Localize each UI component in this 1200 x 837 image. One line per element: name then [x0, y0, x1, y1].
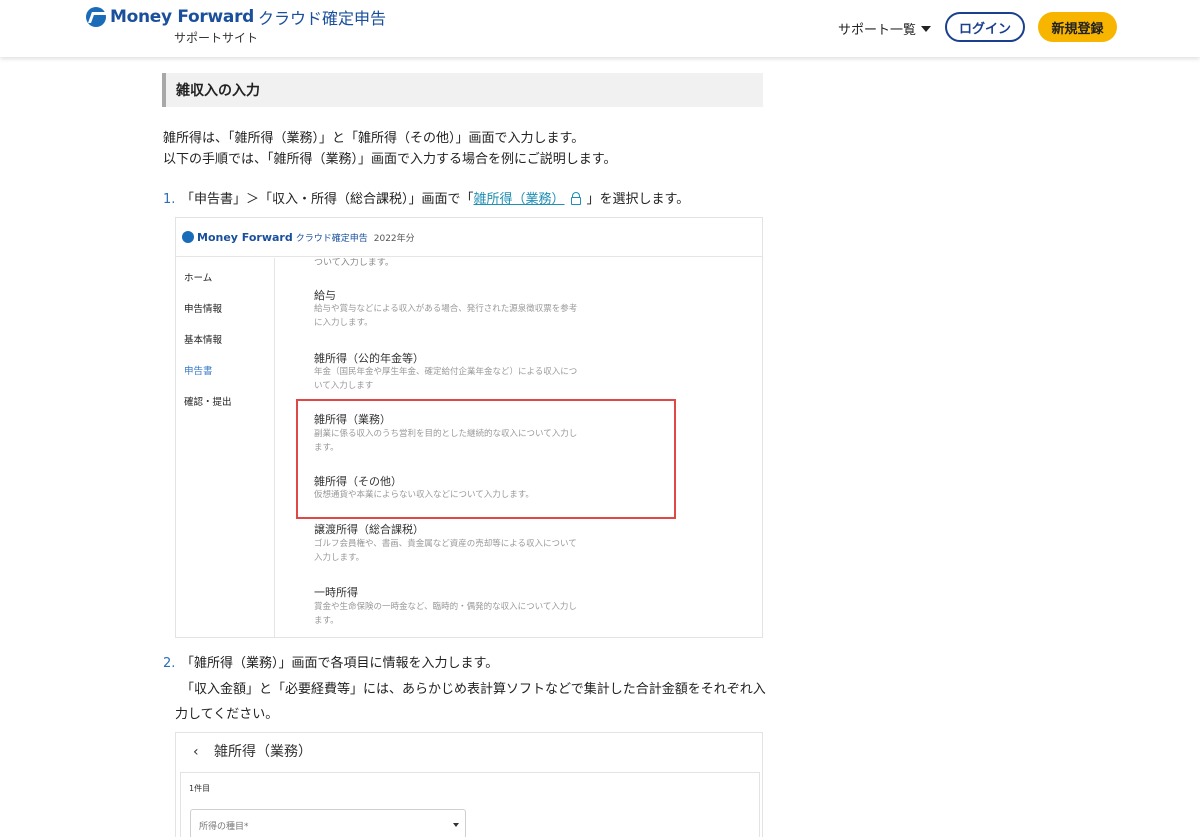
entry-desc-line: ます。: [314, 616, 339, 626]
support-site-subtitle: サポートサイト: [174, 31, 259, 45]
support-menu-dropdown[interactable]: サポート一覧: [838, 19, 932, 38]
entry-desc-line: 給与や賞与などによる収入がある場合、発行された源泉徴収票を参考: [314, 304, 578, 314]
sidebar-item-basic-info: 基本情報: [184, 335, 223, 346]
truncated-text: ついて入力します。: [314, 258, 394, 268]
entry-desc-temporary: 賞金や生命保険の一時金など、臨時的・偶発的な収入について入力し ます。: [314, 600, 619, 628]
income-type-select: 所得の種目*: [190, 809, 466, 837]
logo-brand-text: Money Forward: [110, 7, 255, 27]
login-button[interactable]: ログイン: [945, 12, 1025, 42]
screenshot-product: クラウド確定申告: [295, 233, 368, 244]
entry-desc-line: 入力します。: [314, 553, 365, 563]
sidebar-item-filing-info: 申告情報: [184, 304, 223, 315]
entry-desc-line: 賞金や生命保険の一時金など、臨時的・偶発的な収入について入力し: [314, 602, 577, 612]
entry-title-transfer: 譲渡所得（総合課税）: [314, 523, 424, 536]
select-placeholder: 所得の種目*: [199, 822, 249, 832]
step-1-text-before: 「申告書」＞「収入・所得（総合課税）」画面で「: [181, 192, 474, 207]
entry-desc-transfer: ゴルフ会員権や、書画、貴金属など資産の売却等による収入について 入力します。: [314, 537, 619, 565]
step-1: 1. 「申告書」＞「収入・所得（総合課税）」画面で「雑所得（業務） 」を選択します。: [163, 188, 689, 207]
step-1-number: 1.: [163, 192, 176, 207]
caret-down-icon: [921, 25, 932, 32]
sidebar-item-confirm-submit: 確認・提出: [184, 397, 232, 408]
entry-index-label: 1件目: [189, 784, 211, 793]
entry-desc-salary: 給与や賞与などによる収入がある場合、発行された源泉徴収票を参考 に入力します。: [314, 302, 619, 330]
step-1-text-after: 」を選択します。: [586, 192, 690, 207]
form-title: 雑所得（業務）: [214, 744, 312, 760]
screenshot-sidebar: ホーム 申告情報 基本情報 申告書 確認・提出: [176, 258, 275, 637]
screenshot-brand: Money Forward: [197, 230, 293, 244]
caret-down-icon: [453, 823, 459, 827]
step-2-number: 2.: [163, 656, 176, 671]
lock-icon: [570, 191, 581, 205]
misc-income-business-link[interactable]: 雑所得（業務）: [474, 192, 565, 207]
entry-desc-line: いて入力します: [314, 381, 374, 391]
entry-desc-line: に入力します。: [314, 318, 373, 328]
site-header: Money Forward クラウド確定申告 サポートサイト サポート一覧 ログ…: [0, 0, 1200, 57]
logo-product-text: クラウド確定申告: [258, 9, 387, 28]
entry-title-salary: 給与: [314, 289, 336, 302]
step-2-line2: 「収入金額」と「必要経費等」には、あらかじめ表計算ソフトなどで集計した合計金額を…: [181, 682, 766, 697]
money-forward-logo-icon: [86, 7, 106, 27]
section-heading: 雑収入の入力: [162, 73, 763, 107]
screenshot-year: 2022年分: [373, 233, 415, 244]
screenshot-income-selection: Money Forward クラウド確定申告 2022年分 ホーム 申告情報 基…: [175, 217, 763, 638]
entry-title-public-pension: 雑所得（公的年金等）: [314, 352, 424, 365]
support-menu-label: サポート一覧: [838, 23, 917, 38]
screenshot-misc-business-form: ‹ 雑所得（業務） 1件目 所得の種目*: [175, 732, 763, 837]
money-forward-logo-icon: [182, 231, 194, 243]
sidebar-item-home: ホーム: [184, 273, 213, 284]
screenshot-app-header: Money Forward クラウド確定申告 2022年分: [176, 218, 762, 257]
register-button[interactable]: 新規登録: [1038, 12, 1117, 42]
entry-desc-line: ゴルフ会員権や、書画、貴金属など資産の売却等による収入について: [314, 539, 577, 549]
entry-desc-line: 年金（国民年金や厚生年金、確定給付企業年金など）による収入につ: [314, 367, 578, 377]
sidebar-item-return-form: 申告書: [184, 366, 213, 377]
intro-paragraph-line2: 以下の手順では、「雑所得（業務）」画面で入力する場合を例にご説明します。: [163, 152, 617, 167]
step-2-line3: 力してください。: [175, 707, 279, 722]
entry-title-temporary: 一時所得: [314, 586, 358, 599]
entry-desc-public-pension: 年金（国民年金や厚生年金、確定給付企業年金など）による収入につ いて入力します: [314, 365, 619, 393]
step-2: 2. 「雑所得（業務）」画面で各項目に情報を入力します。: [163, 652, 498, 671]
site-logo[interactable]: Money Forward クラウド確定申告: [86, 6, 386, 28]
intro-paragraph-line1: 雑所得は、「雑所得（業務）」と「雑所得（その他）」画面で入力します。: [163, 131, 585, 146]
back-chevron-icon: ‹: [193, 744, 199, 760]
entry-card: 1件目 所得の種目*: [180, 772, 760, 837]
highlight-box: [296, 399, 676, 519]
step-2-line1: 「雑所得（業務）」画面で各項目に情報を入力します。: [181, 656, 499, 671]
